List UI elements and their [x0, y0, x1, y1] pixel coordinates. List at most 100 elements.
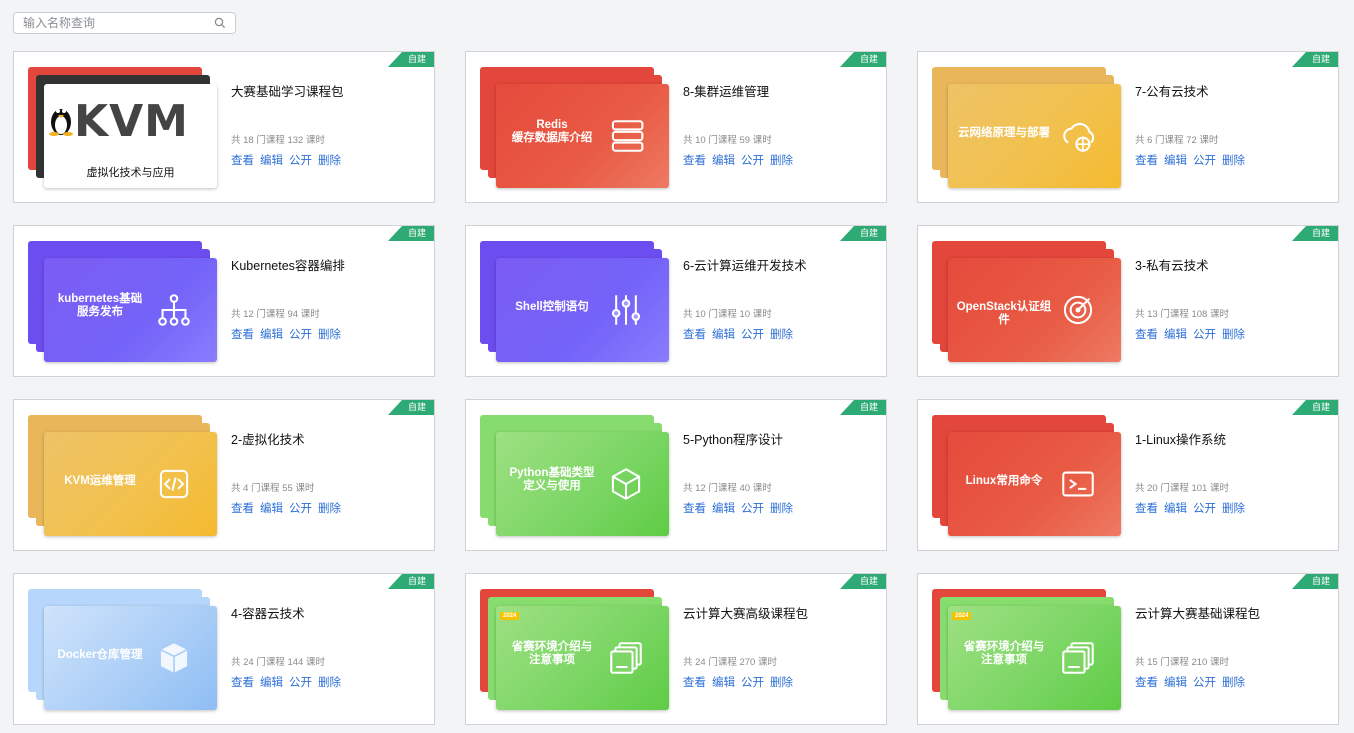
delete-link[interactable]: 删除 — [318, 329, 341, 341]
delete-link[interactable]: 删除 — [1222, 677, 1245, 689]
view-link[interactable]: 查看 — [1135, 155, 1158, 167]
package-title[interactable]: 云计算大赛高级课程包 — [683, 603, 808, 622]
cover-image[interactable]: 2024 省赛环境介绍与 注意事项 — [948, 606, 1121, 710]
card-info: 3-私有云技术 共 13 门课程 108 课时 查看 编辑 公开 删除 — [1135, 226, 1338, 376]
search-box[interactable] — [13, 12, 236, 34]
view-link[interactable]: 查看 — [231, 155, 254, 167]
course-cover[interactable]: Docker仓库管理 — [28, 589, 218, 710]
cover-image[interactable]: Python基础类型 定义与使用 — [496, 432, 669, 536]
delete-link[interactable]: 删除 — [1222, 503, 1245, 515]
course-cover[interactable]: KVM运维管理 — [28, 415, 218, 536]
cover-image[interactable]: OpenStack认证组件 — [948, 258, 1121, 362]
package-title[interactable]: 大赛基础学习课程包 — [231, 81, 344, 100]
edit-link[interactable]: 编辑 — [1164, 503, 1187, 515]
course-cover[interactable]: Redis 缓存数据库介绍 — [480, 67, 670, 188]
card-actions: 查看 编辑 公开 删除 — [1135, 326, 1251, 342]
view-link[interactable]: 查看 — [683, 503, 706, 515]
cover-image[interactable]: 2024 省赛环境介绍与 注意事项 — [496, 606, 669, 710]
cover-image[interactable]: KVM 虚拟化技术与应用 — [44, 84, 217, 188]
delete-link[interactable]: 删除 — [318, 503, 341, 515]
delete-link[interactable]: 删除 — [770, 329, 793, 341]
cover-image[interactable]: 云网络原理与部署 — [948, 84, 1121, 188]
package-title[interactable]: 5-Python程序设计 — [683, 429, 783, 448]
package-title[interactable]: 7-公有云技术 — [1135, 81, 1209, 100]
course-package-card: 自建 Redis 缓存数据库介绍 8-集群运维管理 共 10 门课程 59 课时… — [465, 51, 887, 203]
course-cover[interactable]: Linux常用命令 — [932, 415, 1122, 536]
course-cover[interactable]: kubernetes基础 服务发布 — [28, 241, 218, 362]
card-actions: 查看 编辑 公开 删除 — [1135, 500, 1251, 516]
edit-link[interactable]: 编辑 — [260, 155, 283, 167]
publish-link[interactable]: 公开 — [741, 677, 764, 689]
publish-link[interactable]: 公开 — [1193, 677, 1216, 689]
view-link[interactable]: 查看 — [1135, 503, 1158, 515]
course-cover[interactable]: KVM 虚拟化技术与应用 — [28, 67, 218, 188]
course-cover[interactable]: 云网络原理与部署 — [932, 67, 1122, 188]
delete-link[interactable]: 删除 — [770, 155, 793, 167]
view-link[interactable]: 查看 — [231, 503, 254, 515]
course-cover[interactable]: OpenStack认证组件 — [932, 241, 1122, 362]
publish-link[interactable]: 公开 — [741, 329, 764, 341]
publish-link[interactable]: 公开 — [1193, 329, 1216, 341]
edit-link[interactable]: 编辑 — [260, 677, 283, 689]
course-package-card: 自建 2024 省赛环境介绍与 注意事项 云计算大赛基础课程包 共 15 门课程… — [917, 573, 1339, 725]
edit-link[interactable]: 编辑 — [712, 329, 735, 341]
edit-link[interactable]: 编辑 — [1164, 329, 1187, 341]
card-actions: 查看 编辑 公开 删除 — [1135, 152, 1251, 168]
edit-link[interactable]: 编辑 — [712, 155, 735, 167]
delete-link[interactable]: 删除 — [770, 503, 793, 515]
cover-image[interactable]: Docker仓库管理 — [44, 606, 217, 710]
package-title[interactable]: 6-云计算运维开发技术 — [683, 255, 807, 274]
card-actions: 查看 编辑 公开 删除 — [1135, 674, 1251, 690]
package-title[interactable]: 8-集群运维管理 — [683, 81, 769, 100]
card-info: Kubernetes容器编排 共 12 门课程 94 课时 查看 编辑 公开 删除 — [231, 226, 434, 376]
edit-link[interactable]: 编辑 — [712, 677, 735, 689]
publish-link[interactable]: 公开 — [1193, 155, 1216, 167]
course-package-card: 自建 OpenStack认证组件 3-私有云技术 共 13 门课程 108 课时… — [917, 225, 1339, 377]
cover-image[interactable]: KVM运维管理 — [44, 432, 217, 536]
package-title[interactable]: 2-虚拟化技术 — [231, 429, 305, 448]
delete-link[interactable]: 删除 — [770, 677, 793, 689]
view-link[interactable]: 查看 — [231, 677, 254, 689]
edit-link[interactable]: 编辑 — [712, 503, 735, 515]
publish-link[interactable]: 公开 — [289, 677, 312, 689]
view-link[interactable]: 查看 — [1135, 677, 1158, 689]
cover-image[interactable]: Redis 缓存数据库介绍 — [496, 84, 669, 188]
publish-link[interactable]: 公开 — [289, 329, 312, 341]
course-cover[interactable]: 2024 省赛环境介绍与 注意事项 — [932, 589, 1122, 710]
course-cover[interactable]: Shell控制语句 — [480, 241, 670, 362]
view-link[interactable]: 查看 — [683, 329, 706, 341]
package-title[interactable]: 1-Linux操作系统 — [1135, 429, 1226, 448]
package-title[interactable]: 云计算大赛基础课程包 — [1135, 603, 1260, 622]
publish-link[interactable]: 公开 — [741, 503, 764, 515]
delete-link[interactable]: 删除 — [318, 677, 341, 689]
publish-link[interactable]: 公开 — [1193, 503, 1216, 515]
course-cover[interactable]: 2024 省赛环境介绍与 注意事项 — [480, 589, 670, 710]
edit-link[interactable]: 编辑 — [1164, 677, 1187, 689]
cover-image[interactable]: kubernetes基础 服务发布 — [44, 258, 217, 362]
search-icon[interactable] — [214, 17, 226, 29]
delete-link[interactable]: 删除 — [318, 155, 341, 167]
package-title[interactable]: 3-私有云技术 — [1135, 255, 1209, 274]
cover-image[interactable]: Linux常用命令 — [948, 432, 1121, 536]
view-link[interactable]: 查看 — [1135, 329, 1158, 341]
publish-link[interactable]: 公开 — [741, 155, 764, 167]
publish-link[interactable]: 公开 — [289, 503, 312, 515]
package-title[interactable]: 4-容器云技术 — [231, 603, 305, 622]
card-actions: 查看 编辑 公开 删除 — [231, 674, 347, 690]
course-count: 共 4 门课程 55 课时 — [231, 483, 315, 494]
package-title[interactable]: Kubernetes容器编排 — [231, 255, 345, 274]
view-link[interactable]: 查看 — [231, 329, 254, 341]
view-link[interactable]: 查看 — [683, 677, 706, 689]
edit-link[interactable]: 编辑 — [1164, 155, 1187, 167]
delete-link[interactable]: 删除 — [1222, 329, 1245, 341]
delete-link[interactable]: 删除 — [1222, 155, 1245, 167]
edit-link[interactable]: 编辑 — [260, 503, 283, 515]
cover-image[interactable]: Shell控制语句 — [496, 258, 669, 362]
year-tag: 2024 — [500, 612, 520, 620]
course-cover[interactable]: Python基础类型 定义与使用 — [480, 415, 670, 536]
publish-link[interactable]: 公开 — [289, 155, 312, 167]
search-input[interactable] — [14, 13, 213, 33]
view-link[interactable]: 查看 — [683, 155, 706, 167]
card-info: 5-Python程序设计 共 12 门课程 40 课时 查看 编辑 公开 删除 — [683, 400, 886, 550]
edit-link[interactable]: 编辑 — [260, 329, 283, 341]
